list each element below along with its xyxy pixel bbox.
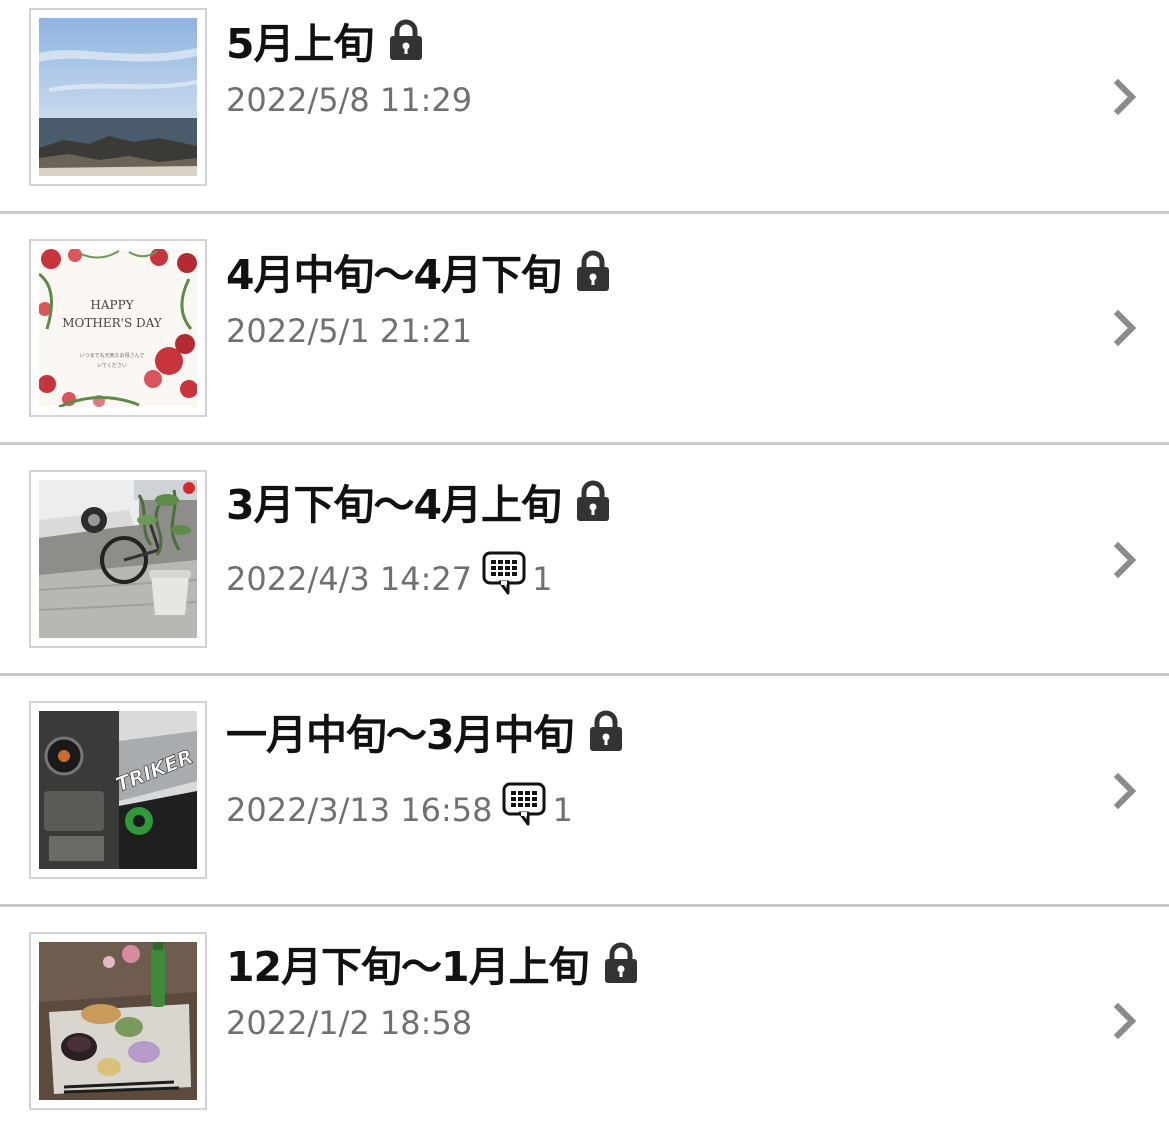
diary-entry-row[interactable]: 12月下旬〜1月上旬 2022/1/2 18:58 xyxy=(0,907,1169,1138)
card-text-message-1: いつまでも元気なお母さんで xyxy=(80,352,145,359)
entry-meta: 2022/4/3 14:27 1 xyxy=(226,551,553,603)
lock-icon xyxy=(604,942,637,983)
entry-title: 12月下旬〜1月上旬 xyxy=(226,935,639,991)
chevron-right-icon xyxy=(1113,1003,1137,1039)
entry-thumbnail xyxy=(29,470,207,648)
chevron-right-icon xyxy=(1113,79,1137,115)
comment-icon xyxy=(502,782,546,826)
diary-entry-row[interactable]: HAPPY MOTHER'S DAY いつまでも元気なお母さんで いてください … xyxy=(0,214,1169,445)
lock-icon xyxy=(389,19,422,60)
chevron-right-icon xyxy=(1113,310,1137,346)
entry-title: 4月中旬〜4月下旬 xyxy=(226,243,611,299)
comment-count: 1 xyxy=(552,791,573,829)
chevron-right-icon xyxy=(1113,542,1137,578)
comment-count: 1 xyxy=(532,560,553,598)
food-tray-photo xyxy=(39,942,197,1100)
entry-title-text: 12月下旬〜1月上旬 xyxy=(226,943,590,991)
car-bicycle-plant-photo xyxy=(39,480,197,638)
entry-title: 3月下旬〜4月上旬 xyxy=(226,473,611,529)
entry-datetime: 2022/3/13 16:58 xyxy=(226,791,493,829)
entry-datetime: 2022/1/2 18:58 xyxy=(226,1004,473,1042)
entry-title-text: 3月下旬〜4月上旬 xyxy=(226,481,562,529)
entry-title: 一月中旬〜3月中旬 xyxy=(226,703,624,759)
entry-datetime: 2022/4/3 14:27 xyxy=(226,560,473,598)
entry-title-text: 5月上旬 xyxy=(226,20,375,68)
lock-icon xyxy=(577,480,610,521)
entry-thumbnail xyxy=(29,8,207,186)
entry-thumbnail xyxy=(29,932,207,1110)
diary-entry-row[interactable]: 5月上旬 2022/5/8 11:29 xyxy=(0,0,1169,231)
entry-datetime: 2022/5/1 21:21 xyxy=(226,312,473,350)
comment-icon xyxy=(482,551,526,595)
entry-meta: 2022/5/8 11:29 xyxy=(226,76,472,124)
entry-title-text: 4月中旬〜4月下旬 xyxy=(226,251,562,299)
diary-entry-row[interactable]: TRIKER 一月中旬〜3月中旬 2022/3/13 16:58 1 xyxy=(0,676,1169,907)
entry-title-text: 一月中旬〜3月中旬 xyxy=(226,711,575,759)
sea-coast-photo xyxy=(39,18,197,176)
card-text-mothers-day: MOTHER'S DAY xyxy=(62,316,163,330)
lock-icon xyxy=(577,250,610,291)
lock-icon xyxy=(589,710,622,751)
entry-datetime: 2022/5/8 11:29 xyxy=(226,81,473,119)
entry-meta: 2022/5/1 21:21 xyxy=(226,307,472,355)
entry-meta: 2022/1/2 18:58 xyxy=(226,999,472,1047)
motorcycle-triker-photo: TRIKER xyxy=(39,711,197,869)
entry-thumbnail: HAPPY MOTHER'S DAY いつまでも元気なお母さんで いてください xyxy=(29,239,207,417)
entry-title: 5月上旬 xyxy=(226,12,424,68)
entry-thumbnail: TRIKER xyxy=(29,701,207,879)
diary-entry-row[interactable]: 3月下旬〜4月上旬 2022/4/3 14:27 1 xyxy=(0,445,1169,676)
mothers-day-card: HAPPY MOTHER'S DAY いつまでも元気なお母さんで いてください xyxy=(39,249,197,407)
chevron-right-icon xyxy=(1113,773,1137,809)
card-text-message-2: いてください xyxy=(97,362,127,369)
entry-meta: 2022/3/13 16:58 1 xyxy=(226,782,573,834)
card-text-happy: HAPPY xyxy=(90,298,134,312)
